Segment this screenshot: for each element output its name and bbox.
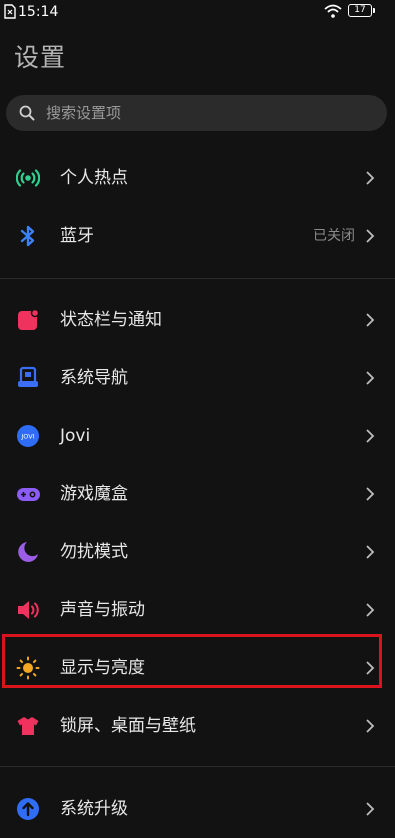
- notification-icon: [18, 308, 40, 330]
- settings-item-system-upgrade[interactable]: 系统升级: [0, 780, 395, 838]
- chevron-right-icon: [366, 603, 375, 617]
- settings-item-system-navigation[interactable]: 系统导航: [0, 349, 395, 407]
- bluetooth-status: 已关闭: [313, 228, 355, 244]
- settings-item-game-box[interactable]: 游戏魔盒: [0, 465, 395, 523]
- highlight-box: [2, 634, 382, 688]
- shirt-icon: [17, 717, 39, 735]
- moon-icon: [18, 542, 38, 562]
- settings-item-label: Jovi: [60, 426, 91, 446]
- settings-item-label: 声音与振动: [60, 600, 145, 620]
- chevron-right-icon: [366, 313, 375, 327]
- search-placeholder: 搜索设置项: [46, 104, 122, 122]
- settings-item-label: 系统导航: [60, 368, 128, 388]
- upgrade-icon: [17, 798, 39, 820]
- settings-item-jovi[interactable]: JOVI Jovi: [0, 407, 395, 465]
- sim-card-icon: [4, 4, 16, 19]
- settings-item-label: 状态栏与通知: [60, 310, 162, 330]
- jovi-icon: JOVI: [17, 425, 39, 447]
- gamepad-icon: [17, 488, 40, 501]
- chevron-right-icon: [366, 371, 375, 385]
- hotspot-icon: [16, 169, 40, 187]
- chevron-right-icon: [366, 719, 375, 733]
- speaker-icon: [18, 601, 39, 619]
- svg-text:JOVI: JOVI: [20, 433, 34, 441]
- wifi-icon: [324, 4, 342, 18]
- section-divider: [0, 278, 395, 279]
- navigation-icon: [18, 366, 38, 387]
- settings-item-label: 系统升级: [60, 799, 128, 819]
- chevron-right-icon: [366, 802, 375, 816]
- chevron-right-icon: [366, 229, 375, 243]
- chevron-right-icon: [366, 429, 375, 443]
- settings-item-lockscreen-wallpaper[interactable]: 锁屏、桌面与壁纸: [0, 697, 395, 755]
- settings-item-label: 个人热点: [60, 168, 128, 188]
- settings-item-label: 游戏魔盒: [60, 484, 128, 504]
- chevron-right-icon: [366, 545, 375, 559]
- search-bar[interactable]: 搜索设置项: [6, 95, 387, 131]
- battery-indicator: 17: [348, 4, 375, 17]
- status-bar: 15:14 17: [0, 0, 395, 24]
- settings-item-label: 勿扰模式: [60, 542, 128, 562]
- status-time: 15:14: [18, 4, 59, 20]
- settings-item-status-bar-notifications[interactable]: 状态栏与通知: [0, 291, 395, 349]
- page-title: 设置: [14, 43, 67, 72]
- section-divider: [0, 766, 395, 767]
- chevron-right-icon: [366, 487, 375, 501]
- settings-item-hotspot[interactable]: 个人热点: [0, 149, 395, 207]
- settings-item-label: 蓝牙: [60, 226, 94, 246]
- search-icon: [19, 105, 35, 121]
- chevron-right-icon: [366, 171, 375, 185]
- bluetooth-icon: [20, 225, 35, 247]
- settings-item-sound-vibration[interactable]: 声音与振动: [0, 581, 395, 639]
- settings-item-bluetooth[interactable]: 蓝牙 已关闭: [0, 207, 395, 265]
- settings-item-label: 锁屏、桌面与壁纸: [60, 716, 196, 736]
- settings-item-do-not-disturb[interactable]: 勿扰模式: [0, 523, 395, 581]
